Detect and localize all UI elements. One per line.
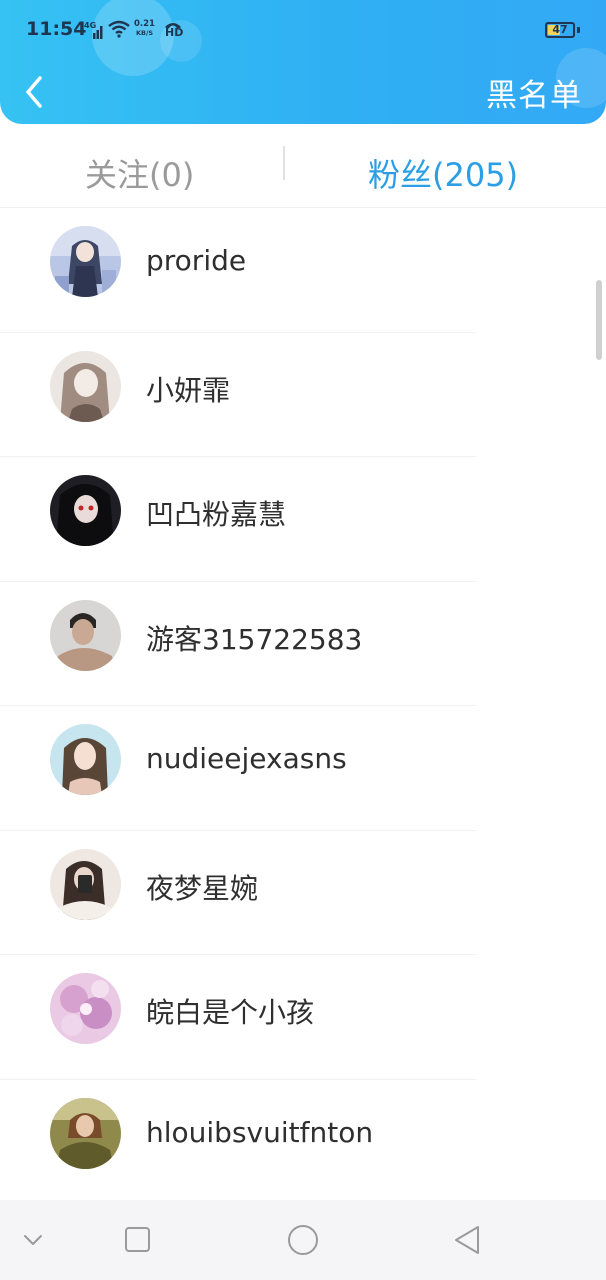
battery-cap	[577, 27, 580, 33]
fan-name: nudieejexasns	[146, 742, 347, 775]
chevron-down-icon	[24, 1235, 42, 1245]
fan-name: 夜梦星婉	[146, 871, 259, 905]
speed-unit: KB/S	[135, 29, 154, 37]
battery-icon: 47	[545, 22, 575, 38]
battery-level: 47	[552, 23, 568, 36]
list-item[interactable]: 夜梦星婉	[0, 831, 606, 955]
tab-divider	[283, 146, 285, 180]
avatar[interactable]	[50, 1097, 121, 1169]
circle-icon	[288, 1225, 318, 1255]
back-button[interactable]	[18, 72, 52, 112]
status-bar: 11:54 4G 0.21 KB/S HD 47	[0, 0, 606, 64]
pink-flower-avatar-icon	[50, 973, 121, 1044]
speed-value: 0.21	[134, 19, 155, 29]
list-item[interactable]: 皖白是个小孩	[0, 955, 606, 1080]
list-item[interactable]: 凹凸粉嘉慧	[0, 457, 606, 582]
fan-name: 皖白是个小孩	[146, 996, 315, 1029]
wifi-icon	[108, 20, 130, 38]
square-icon	[125, 1227, 150, 1252]
tab-fans[interactable]: 粉丝(205)	[368, 150, 518, 196]
back-nav-button[interactable]	[432, 1200, 502, 1280]
list-item[interactable]: nudieejexasns	[0, 706, 606, 831]
hd-label: HD	[165, 26, 184, 39]
blacklist-button[interactable]: 黑名单	[486, 70, 582, 115]
avatar[interactable]	[50, 973, 121, 1044]
fan-name: 凹凸粉嘉慧	[146, 498, 287, 531]
scrollbar[interactable]	[596, 280, 602, 360]
avatar[interactable]	[50, 724, 121, 795]
navigation-bar	[0, 1200, 606, 1280]
tab-following[interactable]: 关注(0)	[85, 150, 194, 196]
chevron-left-icon	[26, 76, 42, 108]
fan-name: 游客315722583	[146, 622, 363, 656]
fans-list: proride 小妍霏 凹凸粉嘉慧 游客315722583 nudieejexa…	[0, 208, 606, 1200]
fans-page: 11:54 4G 0.21 KB/S HD 47 黑名单 关注(0) 粉丝(20…	[0, 0, 606, 1280]
network-speed: 0.21 KB/S	[134, 20, 155, 38]
list-item[interactable]: hlouibsvuitfnton	[0, 1080, 606, 1201]
sketch-girl-avatar-icon	[50, 350, 121, 422]
list-item[interactable]: 小妍霏	[0, 333, 606, 457]
woman-field-avatar-icon	[50, 1097, 121, 1169]
avatar[interactable]	[50, 475, 121, 546]
dark-anime-avatar-icon	[50, 475, 121, 546]
avatar[interactable]	[50, 350, 121, 422]
header-bar: 11:54 4G 0.21 KB/S HD 47 黑名单	[0, 0, 606, 124]
network-type: 4G	[84, 21, 97, 30]
anime-girl-avatar-icon	[50, 226, 121, 297]
tab-bar: 关注(0) 粉丝(205)	[0, 124, 606, 208]
fan-name: hlouibsvuitfnton	[146, 1115, 374, 1149]
avatar[interactable]	[50, 226, 121, 297]
fan-name: proride	[146, 244, 247, 277]
hide-nav-button[interactable]	[0, 1200, 70, 1280]
home-button[interactable]	[268, 1200, 338, 1280]
list-item[interactable]: 游客315722583	[0, 582, 606, 706]
fan-name: 小妍霏	[146, 373, 231, 407]
status-time: 11:54	[26, 18, 87, 40]
avatar[interactable]	[50, 848, 121, 920]
avatar[interactable]	[50, 599, 121, 671]
recents-button[interactable]	[103, 1200, 173, 1280]
woman-photo-avatar-icon	[50, 724, 121, 795]
list-item[interactable]: proride	[0, 208, 606, 333]
girl-mirror-avatar-icon	[50, 848, 121, 920]
man-photo-avatar-icon	[50, 599, 121, 671]
triangle-back-icon	[455, 1226, 479, 1254]
